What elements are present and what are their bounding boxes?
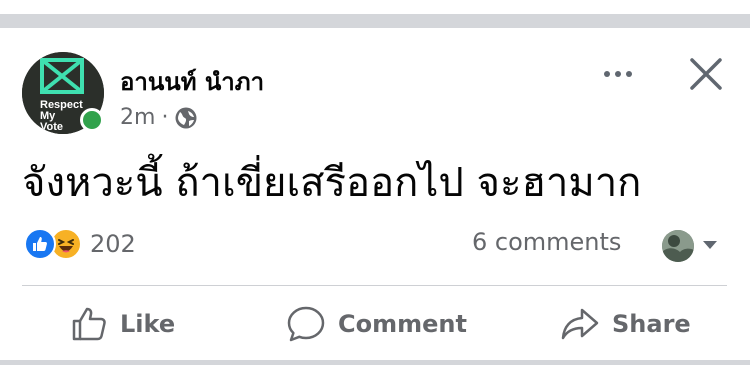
share-label: Share <box>612 310 691 338</box>
post-actions: Like Comment Share <box>0 296 750 352</box>
post-meta: 2m · <box>120 105 198 130</box>
online-status-dot <box>80 108 104 132</box>
post-text: จังหวะนี้ ถ้าเขี่ยเสรีออกไป จะฮามาก <box>22 160 642 206</box>
post-time[interactable]: 2m <box>120 105 155 130</box>
more-options-button[interactable] <box>594 62 642 86</box>
post-header: Respect My Vote อานนท์ นำภา 2m · <box>22 50 730 140</box>
meta-separator: · <box>161 105 169 130</box>
comment-label: Comment <box>338 310 467 338</box>
globe-icon[interactable] <box>174 106 198 130</box>
author-name[interactable]: อานนท์ นำภา <box>120 62 264 101</box>
action-divider <box>22 285 727 286</box>
close-icon[interactable] <box>686 54 726 94</box>
share-arrow-icon <box>561 308 599 340</box>
reaction-summary[interactable]: 202 <box>24 228 136 260</box>
like-reaction-icon <box>24 228 56 260</box>
svg-text:Vote: Vote <box>40 121 63 133</box>
comment-button[interactable]: Comment <box>286 296 467 352</box>
viewer-avatar[interactable] <box>662 230 694 262</box>
top-separator <box>0 14 750 28</box>
comment-count[interactable]: 6 comments <box>472 228 621 256</box>
dot-icon <box>604 71 610 77</box>
caret-down-icon[interactable] <box>700 238 720 252</box>
like-button[interactable]: Like <box>70 296 175 352</box>
comment-bubble-icon <box>287 306 325 342</box>
like-label: Like <box>120 310 176 338</box>
thumbs-up-icon <box>72 307 106 341</box>
dot-icon <box>615 71 621 77</box>
bottom-separator <box>0 360 750 365</box>
reaction-count: 202 <box>90 230 136 258</box>
share-button[interactable]: Share <box>560 296 691 352</box>
dot-icon <box>626 71 632 77</box>
